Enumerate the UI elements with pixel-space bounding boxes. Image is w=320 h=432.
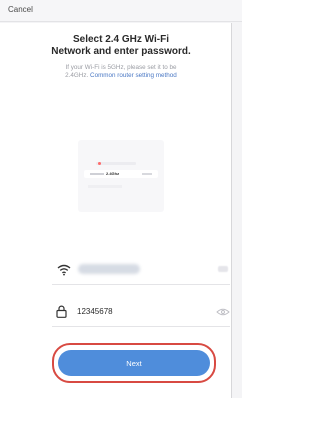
switch-network-icon[interactable] (218, 266, 228, 272)
bottom-area (0, 398, 242, 432)
title-line-2: Network and enter password. (51, 46, 191, 57)
status-dot-icon (98, 162, 101, 165)
illustration-line (90, 173, 104, 175)
password-field[interactable]: 12345678 (77, 307, 113, 316)
illustration-line (88, 185, 122, 188)
router-setting-link[interactable]: Common router setting method (90, 72, 177, 79)
page-title: Select 2.4 GHz Wi-Fi Network and enter p… (0, 34, 242, 58)
subtitle-line-2: 2.4GHz. Common router setting method (0, 72, 242, 80)
subtitle: If your Wi-Fi is 5GHz, please set it to … (0, 64, 242, 80)
illustration-status-row (96, 162, 136, 165)
cancel-button[interactable]: Cancel (8, 5, 33, 14)
password-divider (52, 326, 230, 327)
next-button[interactable]: Next (58, 350, 210, 376)
subtitle-line-1: If your Wi-Fi is 5GHz, please set it to … (65, 64, 177, 71)
wifi-illustration: 2.4Ghz (78, 140, 164, 212)
screen: Cancel Select 2.4 GHz Wi-Fi Network and … (0, 0, 242, 432)
lock-icon (56, 305, 67, 318)
ssid-divider (52, 284, 230, 285)
illustration-network-label: 2.4Ghz (106, 171, 120, 176)
subtitle-prefix: 2.4GHz. (65, 72, 89, 79)
title-line-1: Select 2.4 GHz Wi-Fi (72, 34, 170, 45)
illustration-line (142, 173, 152, 175)
eye-icon[interactable] (216, 308, 230, 316)
wifi-icon (57, 264, 71, 276)
illustration-selected-network: 2.4Ghz (84, 170, 158, 178)
ssid-field[interactable] (78, 264, 140, 274)
top-bar: Cancel (0, 0, 242, 22)
